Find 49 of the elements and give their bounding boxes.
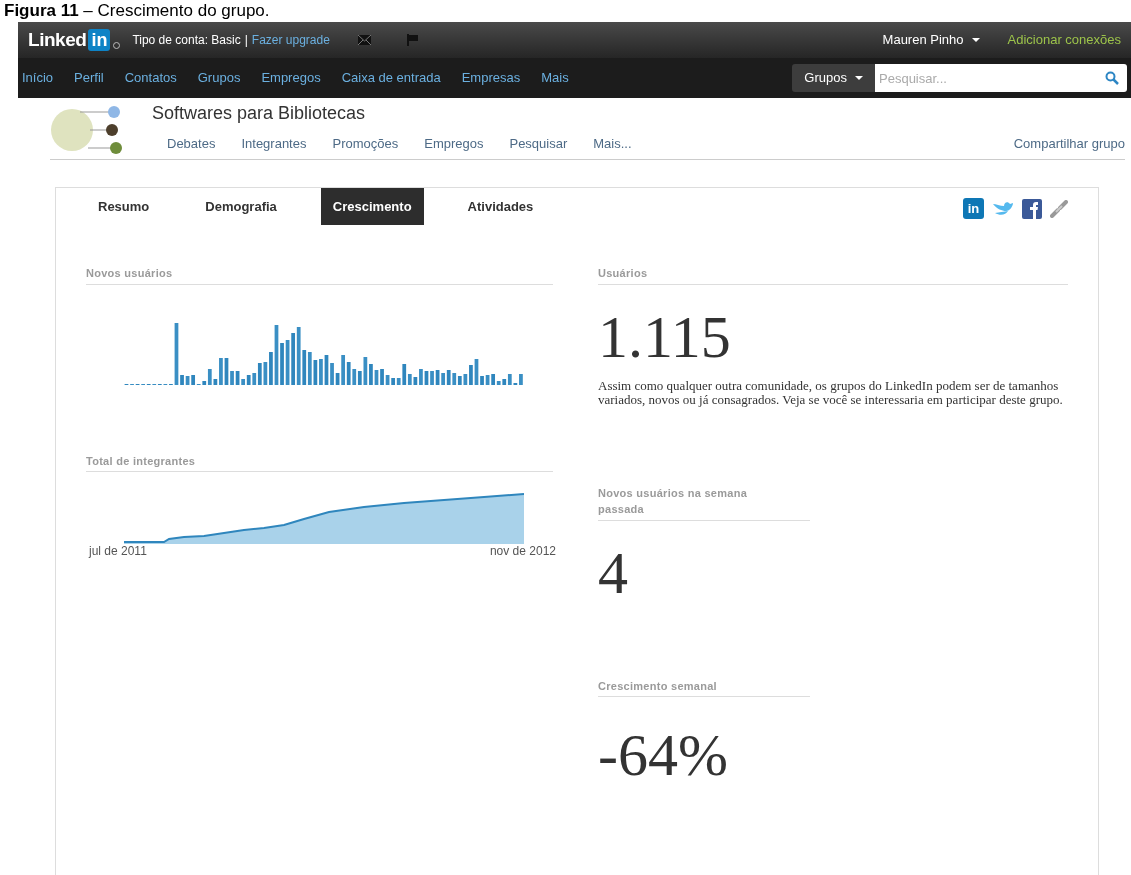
search-field[interactable]: Pesquisar... [875,64,1127,92]
nav-link[interactable]: Empresas [461,68,521,88]
users-description: Assim como qualquer outra comunidade, os grupos do LinkedIn podem ser de tamanhos variados, novos ou já consagrados. Veja se você se interessaria em participar deste grupo. [598,378,1064,407]
figure-caption: Figura 11 – Crescimento do grupo. [3,0,271,22]
group-tab[interactable]: Pesquisar [509,134,568,154]
stats-tab[interactable]: Atividades [455,188,546,225]
search-icon[interactable] [1105,71,1119,85]
group-tab[interactable]: Integrantes [241,134,307,154]
nav-link[interactable]: Contatos [124,68,177,88]
nav-link[interactable]: Caixa de entrada [341,68,441,88]
section-title: Total de integrantes [86,452,553,472]
nav-link[interactable]: Perfil [74,68,104,88]
weekly-new-count: 4 [598,542,629,603]
nav-link[interactable]: Mais [541,68,569,88]
stats-tab[interactable]: Resumo [86,188,162,225]
stats-tab[interactable]: Crescimento [320,188,424,225]
separator: | [244,32,248,49]
user-menu[interactable]: Mauren Pinho [882,30,980,50]
nav-link[interactable]: Grupos [197,68,241,88]
add-connections-link[interactable]: Adicionar conexões [1007,30,1121,50]
facebook-share-icon[interactable] [1022,198,1042,219]
upgrade-link[interactable]: Fazer upgrade [251,31,330,49]
logo-badge[interactable]: in [88,29,111,51]
nav-link[interactable]: Início [22,68,54,88]
users-count: 1.115 [598,306,732,367]
share-group-link[interactable]: Compartilhar grupo [1013,134,1125,154]
group-tab[interactable]: Debates [167,134,216,154]
caret-icon [855,76,863,80]
section-title: Usuários [598,265,1068,285]
axis-label: jul de 2011 [89,543,147,560]
group-tab[interactable]: Promoções [332,134,399,154]
caret-icon [971,38,980,42]
account-type: Tipo de conta: Basic [132,32,241,49]
section-title: Novos usuários [86,265,553,285]
section-title: Crescimento semanal [598,677,810,697]
linkedin-share-icon[interactable]: in [963,198,984,219]
group-name: Softwares para Bibliotecas [152,102,367,124]
stats-tab[interactable]: Demografia [193,188,289,225]
section-title: Novos usuários na semana passada [598,484,810,521]
mail-icon[interactable] [357,35,371,45]
group-tab[interactable]: Mais... [593,134,632,154]
search-scope-dropdown[interactable]: Grupos [792,64,875,92]
weekly-growth-value: -64% [598,725,729,785]
group-tab[interactable]: Empregos [424,134,484,154]
bird-icon[interactable] [992,200,1014,217]
link-icon[interactable] [1050,199,1068,218]
logo-wordmark[interactable]: Linked [28,25,87,55]
nav-link[interactable]: Empregos [261,68,321,88]
axis-label: nov de 2012 [489,543,556,560]
